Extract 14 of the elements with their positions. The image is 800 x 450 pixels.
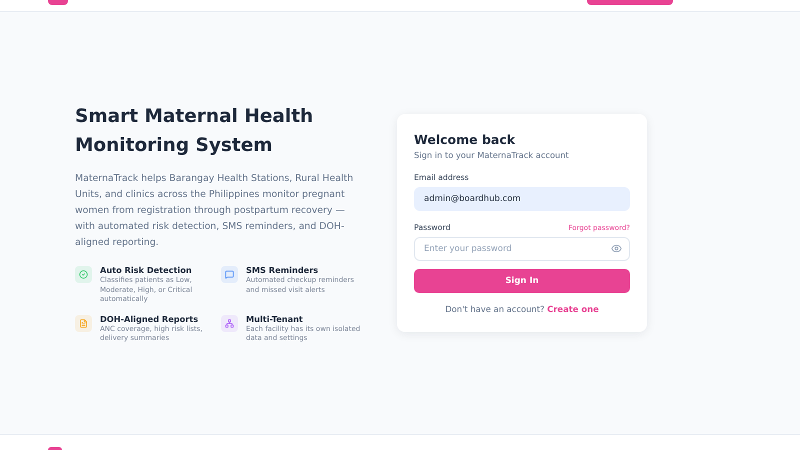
feature-title: Multi-Tenant [246,314,304,325]
feature-title: Auto Risk Detection [100,265,193,276]
feature-title: DOH-Aligned Reports [100,314,200,325]
sign-in-button[interactable]: Sign In [414,269,630,293]
eye-icon[interactable] [611,243,622,254]
feature-title: SMS Reminders [246,265,320,276]
signup-prompt: Don't have an account? [445,304,544,314]
hero-title: Smart Maternal Health Monitoring System [75,105,314,158]
create-account-link[interactable]: Create one [547,304,599,314]
card-title: Welcome back [414,132,516,147]
email-field[interactable]: admin@boardhub.com [414,187,630,211]
hero-description: MaternaTrack helps Barangay Health Stations, Rural Health Units, and clinics across the Philippines monitor pregnant women from registration through postpartum recovery — with automated risk detection, SMS reminders, and DOH-aligned reporting. [75,172,354,250]
password-field[interactable]: Enter your password [414,237,630,261]
card-subtitle: Sign in to your MaternaTrack account [414,150,570,160]
